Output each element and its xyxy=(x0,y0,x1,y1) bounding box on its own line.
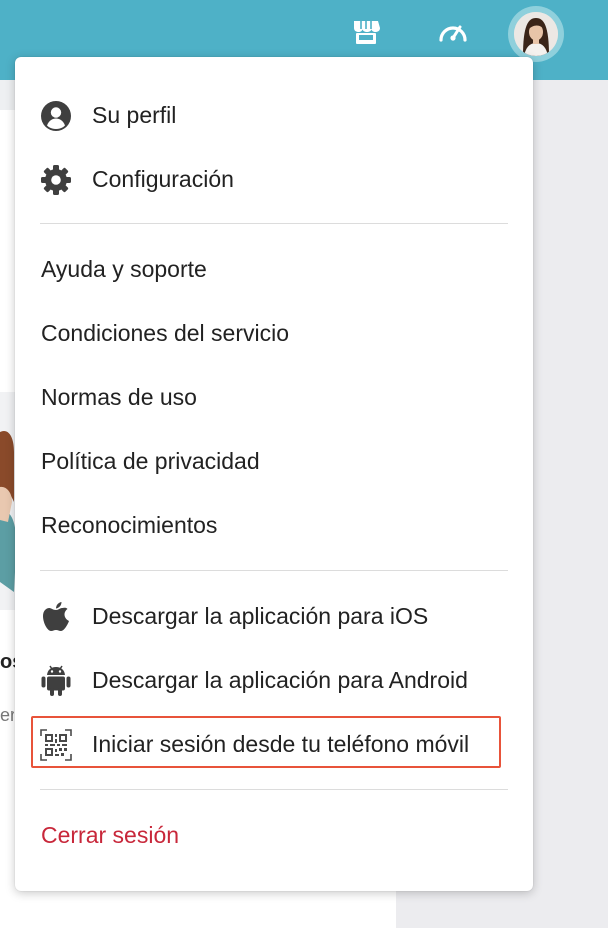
apple-icon xyxy=(39,600,73,634)
background-text-fragment: ers xyxy=(0,705,14,725)
background-heading-fragment: os xyxy=(0,651,16,673)
user-dropdown-menu: Su perfil Configuración Ayuda y soporte … xyxy=(15,57,533,891)
menu-item-label: Política de privacidad xyxy=(41,447,260,474)
menu-item-label: Descargar la aplicación para Android xyxy=(92,666,468,693)
menu-item-label: Condiciones del servicio xyxy=(41,319,290,346)
menu-item-label: Normas de uso xyxy=(41,383,197,410)
menu-item-label: Ayuda y soporte xyxy=(41,255,207,282)
menu-item-terms[interactable]: Condiciones del servicio xyxy=(15,308,533,358)
user-avatar xyxy=(514,12,558,56)
gear-icon xyxy=(39,163,73,197)
menu-item-label: Iniciar sesión desde tu teléfono móvil xyxy=(92,730,470,757)
menu-item-profile[interactable]: Su perfil xyxy=(15,90,533,140)
menu-item-qr-login[interactable]: Iniciar sesión desde tu teléfono móvil xyxy=(15,719,533,769)
menu-item-download-android[interactable]: Descargar la aplicación para Android xyxy=(15,655,533,705)
menu-item-acknowledgements[interactable]: Reconocimientos xyxy=(15,500,533,550)
menu-item-label: Configuración xyxy=(92,165,234,192)
qr-code-icon xyxy=(39,728,73,762)
menu-divider xyxy=(40,223,508,224)
menu-item-usage-rules[interactable]: Normas de uso xyxy=(15,372,533,422)
user-circle-icon xyxy=(39,99,73,133)
android-icon xyxy=(39,664,73,698)
menu-item-label: Reconocimientos xyxy=(41,511,218,538)
menu-item-settings[interactable]: Configuración xyxy=(15,154,533,204)
menu-item-logout[interactable]: Cerrar sesión xyxy=(15,810,533,860)
avatar-button[interactable] xyxy=(508,6,564,62)
menu-item-label: Descargar la aplicación para iOS xyxy=(92,602,429,629)
menu-divider xyxy=(40,570,508,571)
menu-item-download-ios[interactable]: Descargar la aplicación para iOS xyxy=(15,591,533,641)
store-icon[interactable] xyxy=(350,16,382,48)
menu-item-help[interactable]: Ayuda y soporte xyxy=(15,244,533,294)
menu-item-privacy[interactable]: Política de privacidad xyxy=(15,436,533,486)
speedometer-icon[interactable] xyxy=(437,16,469,48)
menu-divider xyxy=(40,789,508,790)
menu-item-label: Su perfil xyxy=(92,101,177,128)
logout-label: Cerrar sesión xyxy=(41,821,180,848)
